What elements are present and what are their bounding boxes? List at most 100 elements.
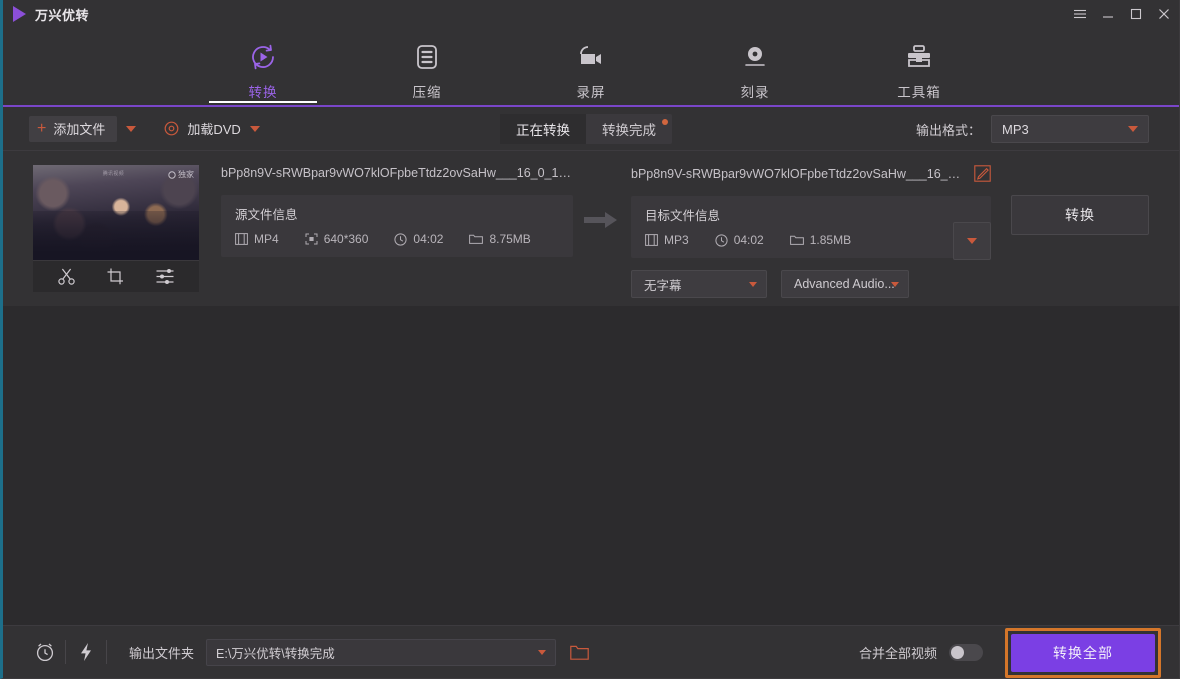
crop-icon[interactable] xyxy=(106,267,125,286)
target-info-title: 目标文件信息 xyxy=(645,205,979,224)
source-info-title: 源文件信息 xyxy=(235,204,561,223)
action-toolbar: + 添加文件 加载DVD 正在转换 转换完成 输出格式： MP3 xyxy=(3,107,1179,151)
target-format: MP3 xyxy=(645,233,689,247)
edit-icon[interactable] xyxy=(974,165,991,182)
window-controls xyxy=(1073,0,1171,28)
nav-tab-burn-label: 刻录 xyxy=(741,81,770,101)
clock-icon xyxy=(394,233,407,246)
thumbnail-image: 腾讯视频 独家 xyxy=(33,165,199,260)
load-dvd-button[interactable]: 加载DVD xyxy=(164,116,240,142)
trim-icon[interactable] xyxy=(57,267,76,286)
folder-small-icon xyxy=(790,234,804,246)
thumbnail-watermark-top: 腾讯视频 xyxy=(103,170,124,177)
output-format-group: 输出格式： MP3 xyxy=(916,115,1149,143)
nav-tab-compress-label: 压缩 xyxy=(413,81,442,101)
disc-icon xyxy=(164,121,179,136)
tab-converted[interactable]: 转换完成 xyxy=(586,114,672,144)
target-size: 1.85MB xyxy=(790,233,851,247)
bottom-bar: 输出文件夹 E:\万兴优转\转换完成 合并全部视频 转换全部 xyxy=(3,625,1179,678)
target-size-value: 1.85MB xyxy=(810,233,851,247)
subtitle-select[interactable]: 无字幕 xyxy=(631,270,767,298)
output-path-input[interactable]: E:\万兴优转\转换完成 xyxy=(206,639,556,666)
chevron-down-icon xyxy=(891,282,899,287)
chevron-down-icon xyxy=(1128,126,1138,132)
convert-button[interactable]: 转换 xyxy=(1011,195,1149,235)
row-convert-column: 转换 xyxy=(991,165,1179,235)
output-folder-label: 输出文件夹 xyxy=(129,643,194,662)
status-tab-group: 正在转换 转换完成 xyxy=(500,114,672,144)
chevron-down-icon xyxy=(749,282,757,287)
menu-icon[interactable] xyxy=(1073,7,1087,21)
app-title: 万兴优转 xyxy=(35,5,89,24)
source-resolution: 640*360 xyxy=(305,232,369,246)
focus-highlight: 转换全部 xyxy=(1005,628,1161,678)
tab-converted-label: 转换完成 xyxy=(602,119,656,139)
source-format-value: MP4 xyxy=(254,232,279,246)
film-icon xyxy=(235,233,248,245)
app-window: 万兴优转 xyxy=(0,0,1180,679)
source-duration-value: 04:02 xyxy=(413,232,443,246)
target-settings-dropdown[interactable] xyxy=(953,222,991,260)
source-size-value: 8.75MB xyxy=(489,232,530,246)
chevron-down-icon xyxy=(538,650,546,655)
compress-icon xyxy=(411,39,443,75)
schedule-icon[interactable] xyxy=(25,641,65,663)
gpu-acceleration-icon[interactable] xyxy=(66,641,106,663)
nav-tab-toolbox[interactable]: 工具箱 xyxy=(865,28,973,101)
main-navigation: 转换 压缩 录屏 xyxy=(3,28,1179,107)
arrow-right-icon xyxy=(584,210,618,230)
plus-icon: + xyxy=(37,121,46,137)
tab-converting[interactable]: 正在转换 xyxy=(500,114,586,144)
audio-track-select[interactable]: Advanced Audio... xyxy=(781,270,909,298)
source-file-column: bPp8n9V-sRWBpar9vWO7klOFpbeTtdz2ovSaHw__… xyxy=(221,165,573,257)
folder-small-icon xyxy=(469,233,483,245)
convert-icon xyxy=(247,39,279,75)
close-icon[interactable] xyxy=(1157,7,1171,21)
nav-tab-burn[interactable]: 刻录 xyxy=(701,28,809,101)
output-format-label: 输出格式： xyxy=(916,120,981,139)
nav-tab-screen-record[interactable]: 录屏 xyxy=(537,28,645,101)
open-folder-icon[interactable] xyxy=(570,644,589,661)
clock-icon xyxy=(715,234,728,247)
thumbnail-tools xyxy=(33,260,199,292)
target-format-value: MP3 xyxy=(664,233,689,247)
load-dvd-dropdown-caret-icon[interactable] xyxy=(250,126,260,132)
bottom-bar-right: 合并全部视频 转换全部 xyxy=(859,626,1179,679)
add-file-button[interactable]: + 添加文件 xyxy=(29,116,117,142)
nav-tab-toolbox-label: 工具箱 xyxy=(897,81,941,101)
output-path-value: E:\万兴优转\转换完成 xyxy=(216,643,335,662)
add-file-dropdown-caret-icon[interactable] xyxy=(126,126,136,132)
nav-tab-convert[interactable]: 转换 xyxy=(209,28,317,101)
video-thumbnail[interactable]: 腾讯视频 独家 xyxy=(33,165,199,292)
add-file-label: 添加文件 xyxy=(53,119,105,138)
target-info-card: 目标文件信息 MP3 xyxy=(631,196,991,258)
output-format-select[interactable]: MP3 xyxy=(991,115,1149,143)
source-resolution-value: 640*360 xyxy=(324,232,369,246)
minimize-icon[interactable] xyxy=(1101,7,1115,21)
source-info-card: 源文件信息 MP4 640*360 xyxy=(221,195,573,257)
target-info-meta: MP3 04:02 xyxy=(645,233,979,247)
effect-icon[interactable] xyxy=(155,267,175,286)
merge-all-label: 合并全部视频 xyxy=(859,643,937,662)
title-bar: 万兴优转 xyxy=(3,0,1179,28)
chevron-down-icon xyxy=(967,238,977,244)
file-list-area: 腾讯视频 独家 xyxy=(3,151,1179,625)
output-format-value: MP3 xyxy=(1002,122,1029,137)
tab-converting-label: 正在转换 xyxy=(516,119,570,139)
convert-all-button[interactable]: 转换全部 xyxy=(1011,634,1155,672)
subtitle-select-value: 无字幕 xyxy=(644,275,682,294)
thumbnail-watermark-text: 独家 xyxy=(178,169,194,180)
nav-tab-compress[interactable]: 压缩 xyxy=(373,28,481,101)
file-list-item: 腾讯视频 独家 xyxy=(3,151,1179,306)
track-selectors: 无字幕 Advanced Audio... xyxy=(631,270,991,298)
load-dvd-label: 加载DVD xyxy=(187,119,240,138)
source-filename: bPp8n9V-sRWBpar9vWO7klOFpbeTtdz2ovSaHw__… xyxy=(221,165,573,181)
toolbox-icon xyxy=(903,39,935,75)
thumbnail-watermark-right: 独家 xyxy=(168,169,194,180)
nav-tab-convert-label: 转换 xyxy=(249,81,278,101)
nav-tab-screen-record-label: 录屏 xyxy=(577,81,606,101)
maximize-icon[interactable] xyxy=(1129,7,1143,21)
target-duration-value: 04:02 xyxy=(734,233,764,247)
conversion-arrow xyxy=(573,165,629,275)
merge-all-toggle[interactable] xyxy=(949,644,983,661)
